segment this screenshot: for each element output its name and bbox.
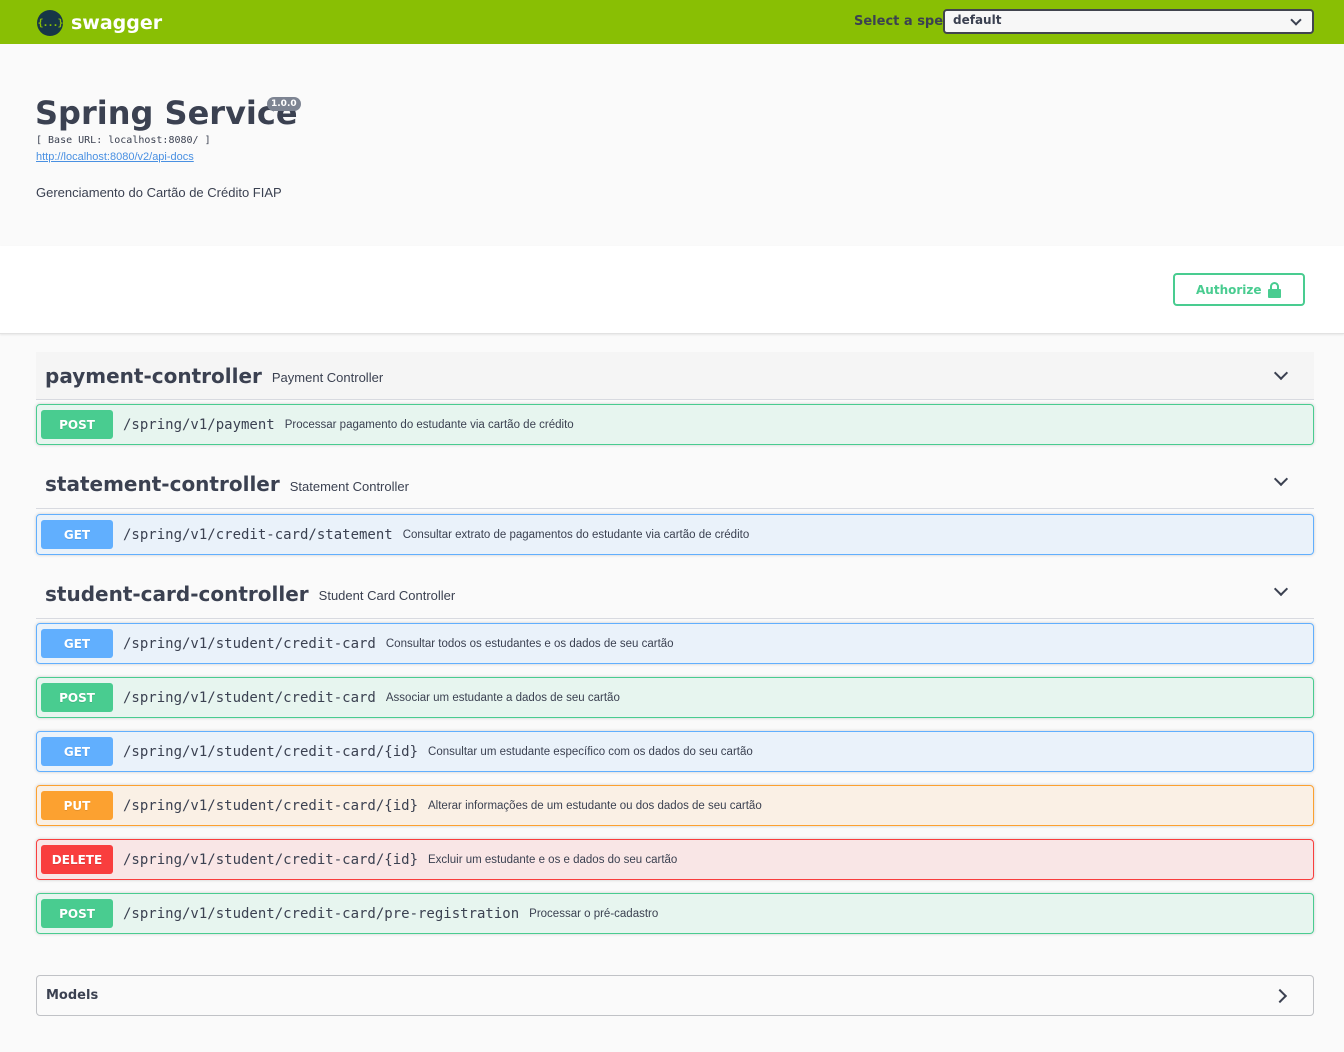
- tag-name: student-card-controller: [45, 581, 309, 606]
- operation-row[interactable]: POST /spring/v1/student/credit-card/pre-…: [36, 893, 1314, 934]
- operation-path: /spring/v1/student/credit-card: [123, 635, 376, 652]
- tag-name: payment-controller: [45, 363, 262, 388]
- tag-name: statement-controller: [45, 472, 280, 496]
- method-badge: GET: [41, 737, 113, 766]
- models-label: Models: [46, 988, 99, 1003]
- spec-select-value: default: [953, 13, 1002, 27]
- method-badge: POST: [41, 683, 113, 712]
- chevron-down-icon[interactable]: [1273, 365, 1289, 381]
- chevron-down-icon[interactable]: [1273, 581, 1289, 597]
- swagger-logo[interactable]: {...} swagger: [37, 10, 162, 36]
- spec-select[interactable]: default: [943, 9, 1314, 34]
- tag-description: Payment Controller: [271, 370, 384, 385]
- method-badge: POST: [41, 899, 113, 928]
- api-docs-link[interactable]: http://localhost:8080/v2/api-docs: [36, 151, 194, 163]
- method-badge: GET: [41, 629, 113, 658]
- operation-summary: Processar pagamento do estudante via car…: [284, 418, 574, 431]
- operation-path: /spring/v1/payment: [123, 416, 275, 433]
- chevron-down-icon[interactable]: [1273, 471, 1289, 487]
- api-description: Gerenciamento do Cartão de Crédito FIAP: [36, 185, 282, 200]
- tag-header-payment-controller[interactable]: payment-controller Payment Controller: [36, 352, 1314, 400]
- tag-description: Statement Controller: [289, 478, 409, 494]
- page-title: Spring Service: [35, 94, 298, 132]
- authorize-button[interactable]: Authorize: [1173, 273, 1305, 306]
- method-badge: DELETE: [41, 845, 113, 874]
- method-badge: PUT: [41, 791, 113, 820]
- operation-row[interactable]: DELETE /spring/v1/student/credit-card/{i…: [36, 839, 1314, 880]
- operation-path: /spring/v1/student/credit-card/{id}: [123, 743, 419, 760]
- spec-label: Select a spec: [854, 14, 951, 29]
- operation-path: /spring/v1/student/credit-card: [123, 689, 376, 706]
- operation-path: /spring/v1/student/credit-card/{id}: [123, 851, 419, 868]
- operation-summary: Alterar informações de um estudante ou d…: [428, 799, 762, 812]
- tag-header-student-card-controller[interactable]: student-card-controller Student Card Con…: [36, 569, 1314, 619]
- operation-summary: Associar um estudante a dados de seu car…: [385, 691, 620, 704]
- swagger-logo-icon: {...}: [37, 10, 64, 36]
- tag-description: Student Card Controller: [318, 588, 456, 603]
- operation-summary: Consultar extrato de pagamentos do estud…: [402, 528, 750, 541]
- logo-text: swagger: [71, 12, 163, 34]
- topbar: {...} swagger Select a spec default: [0, 0, 1344, 44]
- operation-row[interactable]: GET /spring/v1/student/credit-card Consu…: [36, 623, 1314, 664]
- operation-path: /spring/v1/student/credit-card/pre-regis…: [123, 905, 520, 922]
- operation-row[interactable]: GET /spring/v1/credit-card/statement Con…: [36, 514, 1314, 555]
- chevron-right-icon[interactable]: [1272, 988, 1288, 1004]
- operation-summary: Consultar todos os estudantes e os dados…: [385, 637, 674, 650]
- operation-path: /spring/v1/student/credit-card/{id}: [123, 797, 419, 814]
- method-badge: POST: [41, 410, 113, 439]
- api-info: Spring Service 1.0.0 [ Base URL: localho…: [0, 44, 1344, 246]
- operation-row[interactable]: PUT /spring/v1/student/credit-card/{id} …: [36, 785, 1314, 826]
- operation-row[interactable]: POST /spring/v1/payment Processar pagame…: [36, 404, 1314, 445]
- authorize-label: Authorize: [1196, 282, 1262, 297]
- logo-glyph: {...}: [37, 17, 63, 29]
- method-badge: GET: [41, 520, 113, 549]
- tag-header-statement-controller[interactable]: statement-controller Statement Controlle…: [36, 460, 1314, 509]
- chevron-down-icon: [1290, 14, 1302, 26]
- lock-icon: [1268, 282, 1281, 298]
- operation-row[interactable]: POST /spring/v1/student/credit-card Asso…: [36, 677, 1314, 718]
- operation-summary: Consultar um estudante específico com os…: [428, 745, 753, 758]
- operation-row[interactable]: GET /spring/v1/student/credit-card/{id} …: [36, 731, 1314, 772]
- operation-summary: Processar o pré-cadastro: [529, 907, 659, 920]
- scheme-container: Authorize: [0, 246, 1344, 334]
- version-badge: 1.0.0: [267, 97, 301, 111]
- operation-summary: Excluir um estudante e os e dados do seu…: [428, 853, 678, 866]
- base-url: [ Base URL: localhost:8080/ ]: [36, 135, 211, 146]
- models-section[interactable]: Models: [36, 975, 1314, 1016]
- operation-path: /spring/v1/credit-card/statement: [123, 526, 393, 543]
